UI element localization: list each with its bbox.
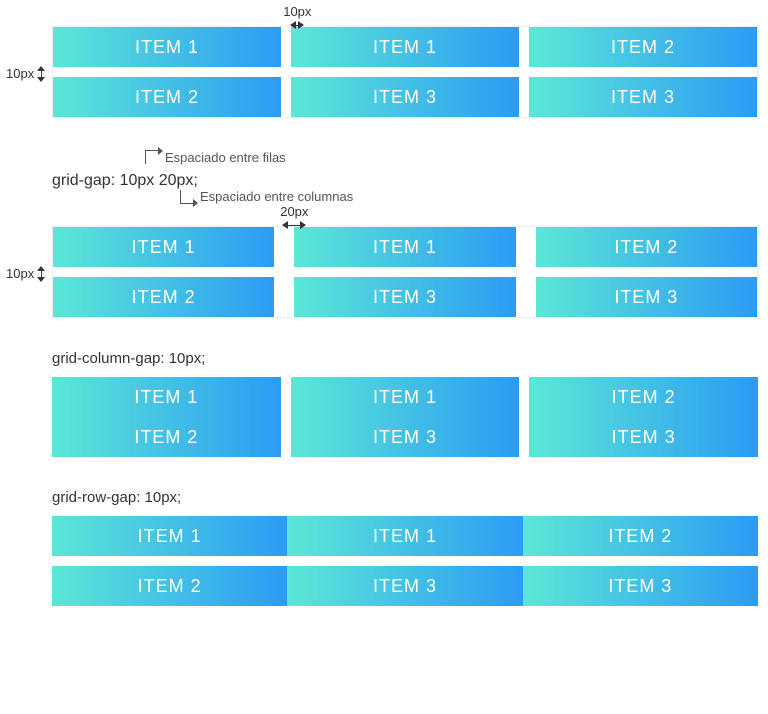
- grid-cell: ITEM 1: [53, 227, 274, 267]
- grid-cell: ITEM 2: [529, 27, 757, 67]
- callout-text: Espaciado entre filas: [165, 150, 286, 165]
- code-row-gap: grid-row-gap: 10px;: [52, 489, 758, 506]
- example-grid-gap-10-20: Espaciado entre filas grid-gap: 10px 20p…: [10, 150, 758, 318]
- grid-cell: ITEM 3: [536, 277, 757, 317]
- grid-cell: ITEM 2: [52, 566, 287, 606]
- example-gap-10: 10px 10px ITEM 1 ITEM 1 ITEM 2 ITEM 2 IT…: [10, 10, 758, 118]
- grid-cell: ITEM 2: [53, 277, 274, 317]
- grid-c: ITEM 1 ITEM 1 ITEM 2 ITEM 2 ITEM 3 ITEM …: [52, 377, 758, 457]
- code-column-gap: grid-column-gap: 10px;: [52, 350, 758, 367]
- grid-cell: ITEM 1: [291, 27, 519, 67]
- grid-cell: ITEM 3: [529, 77, 757, 117]
- example-row-gap-10: grid-row-gap: 10px; ITEM 1 ITEM 1 ITEM 2…: [10, 489, 758, 606]
- row-gap-dimension-10: 10px: [6, 266, 47, 281]
- grid-cell: ITEM 1: [291, 377, 520, 417]
- grid-cell: ITEM 1: [52, 377, 281, 417]
- grid-cell: ITEM 2: [536, 227, 757, 267]
- col-gap-dimension-10: 10px: [282, 4, 312, 31]
- grid-cell: ITEM 2: [529, 377, 758, 417]
- callout-col-spacing: Espaciado entre columnas: [180, 189, 353, 204]
- grid-cell: ITEM 3: [529, 417, 758, 457]
- callout-text: Espaciado entre columnas: [200, 189, 353, 204]
- grid-a: ITEM 1 ITEM 1 ITEM 2 ITEM 2 ITEM 3 ITEM …: [53, 27, 757, 117]
- grid-cell: ITEM 3: [523, 566, 758, 606]
- grid-cell: ITEM 1: [287, 516, 522, 556]
- grid-b: ITEM 1 ITEM 1 ITEM 2 ITEM 2 ITEM 3 ITEM …: [53, 227, 757, 317]
- grid-cell: ITEM 2: [53, 77, 281, 117]
- col-gap-dimension-20: 20px: [274, 204, 314, 231]
- grid-cell: ITEM 3: [291, 417, 520, 457]
- dimension-text: 20px: [280, 204, 308, 219]
- grid-cell: ITEM 3: [287, 566, 522, 606]
- grid-cell: ITEM 3: [291, 77, 519, 117]
- grid-cell: ITEM 2: [52, 417, 281, 457]
- grid-cell: ITEM 2: [523, 516, 758, 556]
- grid-cell: ITEM 1: [53, 27, 281, 67]
- code-grid-gap: grid-gap: 10px 20px;: [52, 168, 198, 194]
- dimension-text: 10px: [283, 4, 311, 19]
- dimension-text: 10px: [6, 266, 34, 281]
- grid-cell: ITEM 1: [52, 516, 287, 556]
- grid-cell: ITEM 1: [294, 227, 515, 267]
- grid-d: ITEM 1 ITEM 1 ITEM 2 ITEM 2 ITEM 3 ITEM …: [52, 516, 758, 606]
- callout-row-spacing: Espaciado entre filas: [145, 150, 286, 165]
- row-gap-dimension-10: 10px: [6, 66, 47, 81]
- example-column-gap-10: grid-column-gap: 10px; ITEM 1 ITEM 1 ITE…: [10, 350, 758, 457]
- grid-cell: ITEM 3: [294, 277, 515, 317]
- dimension-text: 10px: [6, 66, 34, 81]
